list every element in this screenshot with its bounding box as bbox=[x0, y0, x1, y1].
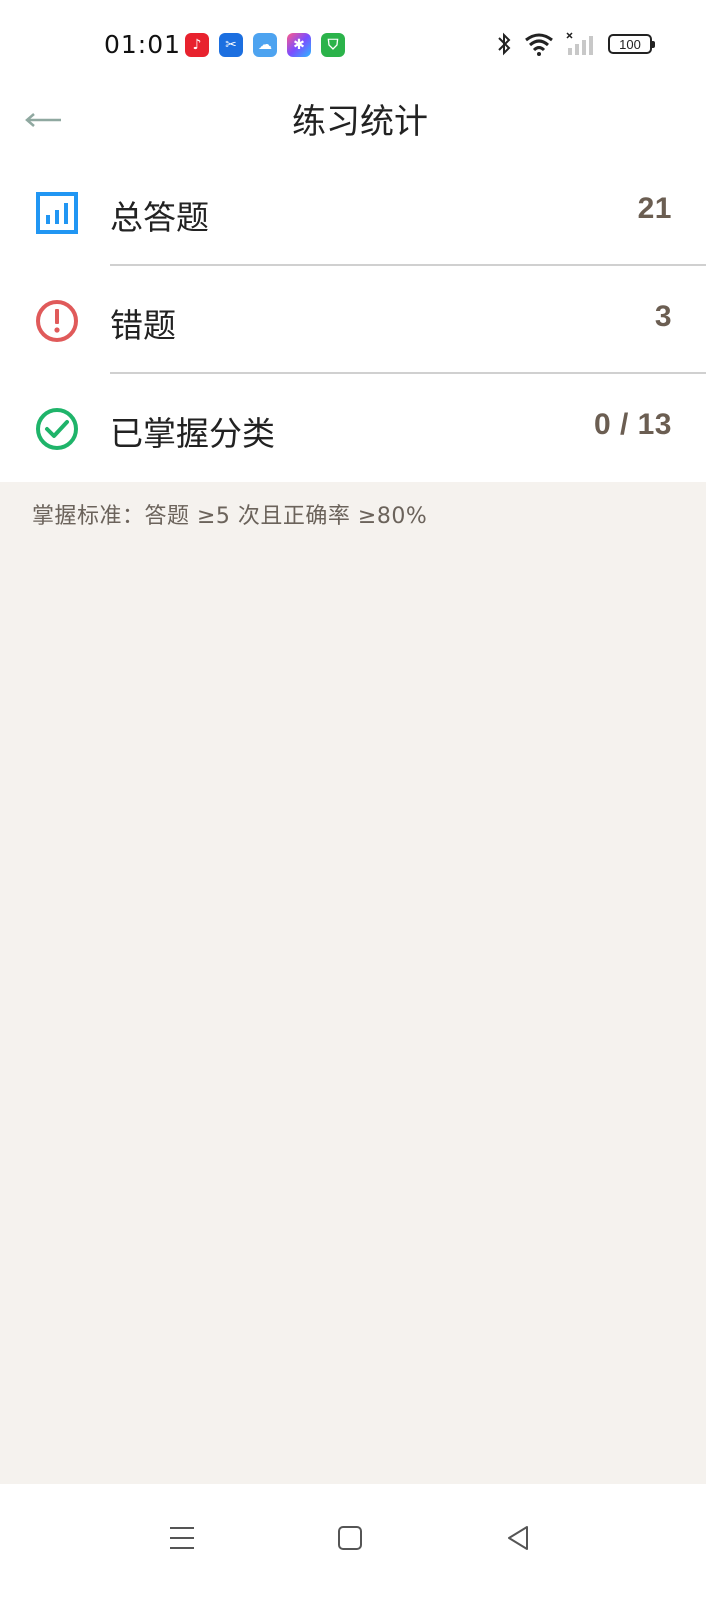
scissors-app-icon: ✂ bbox=[219, 33, 243, 57]
back-nav-button[interactable] bbox=[488, 1508, 548, 1568]
system-nav-bar bbox=[0, 1484, 720, 1600]
alert-circle-icon bbox=[36, 300, 78, 342]
header: 练习统计 bbox=[0, 90, 720, 150]
status-time: 01:01 bbox=[104, 30, 182, 59]
status-indicators: 100 bbox=[496, 32, 655, 56]
stat-row-total: 总答题 21 bbox=[0, 158, 720, 266]
stat-value: 3 bbox=[654, 300, 672, 333]
battery-icon: 100 bbox=[608, 34, 655, 54]
stats-list: 总答题 21 错题 3 已掌握分类 0 / 13 bbox=[0, 158, 720, 482]
stat-label: 总答题 bbox=[110, 198, 209, 237]
weather-app-icon: ☁ bbox=[253, 33, 277, 57]
page-title: 练习统计 bbox=[292, 102, 428, 142]
mastery-criteria-note: 掌握标准：答题 ≥5 次且正确率 ≥80% bbox=[32, 504, 428, 529]
home-icon bbox=[338, 1526, 362, 1550]
stat-value: 21 bbox=[637, 192, 672, 225]
stat-label: 已掌握分类 bbox=[110, 414, 275, 453]
music-app-icon: ♪ bbox=[185, 33, 209, 57]
stat-value: 0 / 13 bbox=[593, 408, 672, 441]
bluetooth-icon bbox=[498, 32, 511, 56]
home-button[interactable] bbox=[320, 1508, 380, 1568]
recent-apps-button[interactable] bbox=[152, 1508, 212, 1568]
wifi-icon bbox=[525, 33, 553, 56]
check-circle-icon bbox=[36, 408, 78, 450]
menu-icon bbox=[170, 1527, 194, 1549]
content-area: 掌握标准：答题 ≥5 次且正确率 ≥80% bbox=[0, 482, 706, 1484]
security-app-icon: ⛉ bbox=[321, 33, 345, 57]
stat-label: 错题 bbox=[110, 306, 176, 345]
notification-icons: ♪ ✂ ☁ ✱ ⛉ bbox=[185, 33, 345, 57]
signal-icon bbox=[566, 32, 593, 55]
stat-row-mastered: 已掌握分类 0 / 13 bbox=[0, 374, 720, 482]
stat-row-wrong: 错题 3 bbox=[0, 266, 720, 374]
back-icon bbox=[508, 1526, 528, 1550]
status-bar: 01:01 ♪ ✂ ☁ ✱ ⛉ 100 bbox=[0, 0, 720, 90]
bar-chart-icon bbox=[36, 192, 78, 234]
photos-app-icon: ✱ bbox=[287, 33, 311, 57]
